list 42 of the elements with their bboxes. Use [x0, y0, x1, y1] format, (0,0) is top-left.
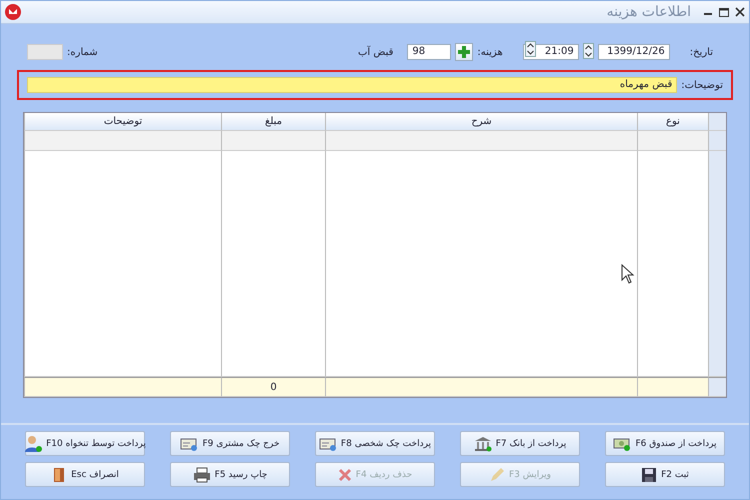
expense-name: قبض آب [358, 46, 394, 58]
description-label: توضیحات: [681, 80, 723, 90]
cheque-icon [318, 436, 337, 452]
cheque-icon [180, 436, 198, 452]
action-button[interactable]: پرداخت از بانک F7 [460, 431, 580, 456]
date-field[interactable]: 1399/12/26 [598, 44, 670, 60]
maximize-icon[interactable] [719, 8, 729, 16]
table-cell [637, 131, 708, 151]
cash-icon [613, 436, 632, 452]
pencil-icon [488, 466, 505, 482]
close-icon[interactable] [735, 7, 745, 17]
expense-code-field[interactable]: 98 [407, 44, 452, 60]
number-field[interactable] [27, 44, 63, 60]
action-button[interactable]: انصراف Esc [25, 462, 145, 487]
column-header[interactable]: مبلغ [221, 113, 325, 131]
action-button[interactable]: پرداخت توسط تنخواه F10 [25, 431, 145, 456]
mouse-pointer-icon [621, 264, 635, 284]
number-label: شماره: [67, 46, 98, 58]
action-button[interactable]: ثبت F2 [605, 462, 725, 487]
time-field[interactable]: 21:09 [522, 44, 579, 60]
printer-icon [192, 466, 211, 482]
add-button[interactable] [455, 43, 474, 61]
app-logo-icon [5, 4, 21, 20]
action-button[interactable]: پرداخت چک شخصی F8 [315, 431, 435, 456]
action-button[interactable]: خرج چک مشتری F9 [170, 431, 290, 456]
date-spinner-icon[interactable] [582, 42, 594, 62]
bank-icon [474, 436, 492, 452]
expense-label: هزینه: [477, 46, 503, 58]
total-amount: 0 [221, 377, 325, 397]
save-icon [641, 466, 658, 482]
column-header[interactable]: نوع [637, 113, 708, 131]
window-title: اطلاعات هزینه [606, 4, 691, 20]
column-header[interactable]: شرح [325, 113, 637, 131]
description-field[interactable]: قبض مهرماه [27, 77, 678, 93]
date-label: تاریخ: [690, 46, 713, 58]
action-button[interactable]: چاپ رسید F5 [170, 462, 290, 487]
table-cell [637, 377, 708, 397]
column-header[interactable]: توضیحات [24, 113, 221, 131]
delete-icon [338, 468, 352, 482]
header-corner [708, 113, 726, 131]
person-icon [24, 434, 42, 452]
action-button[interactable]: پرداخت از صندوق F6 [605, 431, 725, 456]
